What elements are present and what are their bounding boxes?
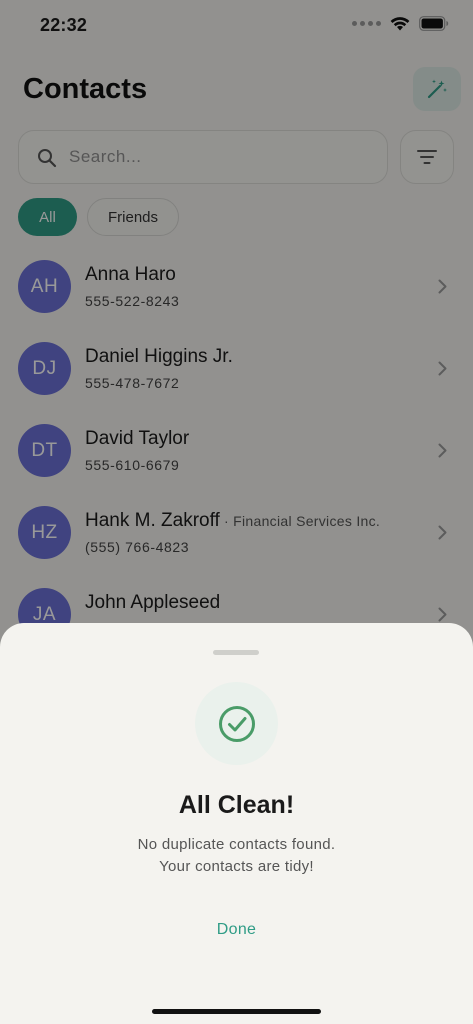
home-indicator[interactable] [152,1009,321,1014]
success-badge [195,682,278,765]
bottom-sheet: All Clean! No duplicate contacts found. … [0,623,473,1024]
sheet-message: No duplicate contacts found. Your contac… [0,834,473,878]
sheet-message-line: Your contacts are tidy! [159,858,314,875]
sheet-message-line: No duplicate contacts found. [137,836,336,853]
sheet-title: All Clean! [178,791,295,819]
done-button[interactable]: Done [186,914,287,946]
check-circle-icon [218,705,255,742]
sheet-grabber[interactable] [213,650,259,655]
